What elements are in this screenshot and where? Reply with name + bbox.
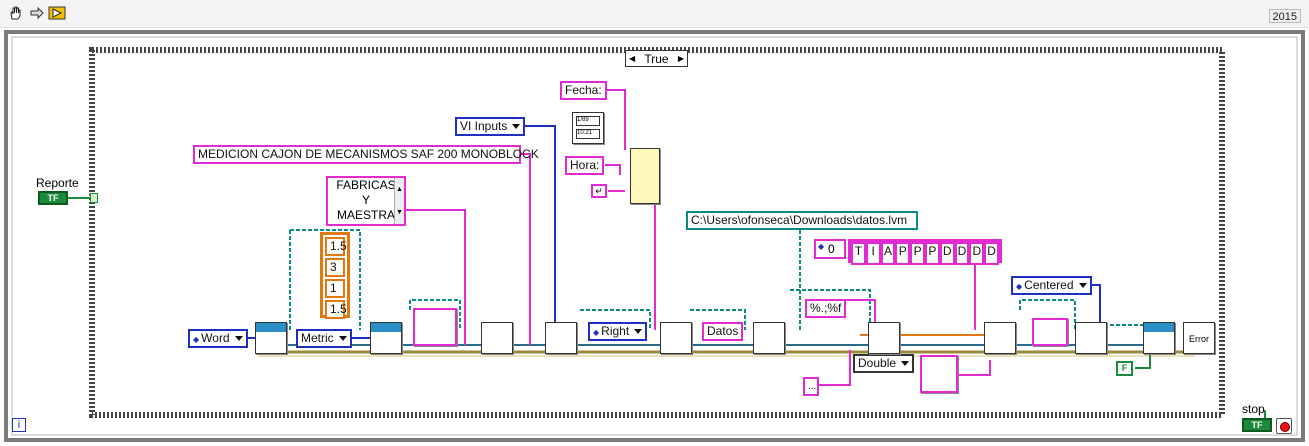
array-element[interactable]: 3 [325,258,345,277]
stop-terminal[interactable]: TF [1242,418,1272,432]
array-element[interactable]: 1.5 [325,300,347,319]
run-icon[interactable] [46,3,68,23]
report-type-enum[interactable]: ◆ Word [188,329,248,348]
case-selector[interactable]: ◀ True ▶ [625,50,688,67]
linefeed-icon[interactable]: ↵ [591,184,607,198]
multiline-string-constant[interactable]: FABRICAS Y MAESTRA ▲ ▼ [326,176,406,226]
append-report-text-icon[interactable] [481,322,513,354]
dispose-report-icon[interactable] [1143,322,1175,354]
array-element[interactable]: P [910,242,925,265]
title-string-constant[interactable]: MEDICION CAJON DE MECANISMOS SAF 200 MON… [193,145,539,164]
format-string-constant[interactable]: %.;%f [805,299,847,318]
error-handler-icon[interactable]: Error [1183,322,1215,354]
array-element[interactable]: D [939,242,955,265]
string-array-constant[interactable]: T I A P P P D D D D [848,239,1002,265]
multiline-line-1: FABRICAS [336,178,396,192]
datos-string-constant[interactable]: Datos [702,322,744,341]
arrow-icon[interactable] [26,3,48,23]
index-stepper-icon[interactable]: ◆ [818,242,824,251]
case-structure-border [89,47,1225,418]
array-element[interactable]: 1.5 [325,237,347,256]
table-alignment-enum[interactable]: ◆ Centered [1011,276,1092,295]
toolbar: 2015 [0,0,1309,28]
string-subset-icon[interactable] [1032,318,1068,346]
empty-string-constant[interactable]: ... [803,377,819,396]
multiline-line-3: MAESTRA [336,208,395,222]
units-enum[interactable]: Metric [296,329,352,348]
concatenate-strings-icon[interactable] [630,148,660,204]
array-index-value: 0 [828,242,835,256]
margins-array[interactable]: 1.5 3 1 1.5 [320,232,350,319]
info-icon[interactable]: i [12,418,26,432]
version-label: 2015 [1268,9,1301,23]
alignment-enum[interactable]: ◆ Right [588,322,648,341]
date-time-string-icon[interactable]: 1/89 10:21 [572,112,604,144]
array-element[interactable]: T [851,242,866,265]
append-table-icon[interactable] [984,322,1016,354]
append-table-2-icon[interactable] [1075,322,1107,354]
build-array-icon[interactable] [413,308,457,346]
fecha-string-constant[interactable]: Fecha: [560,81,607,100]
stop-label: stop [1242,402,1265,416]
page-setup-icon[interactable] [370,322,402,354]
array-element[interactable]: D [984,242,999,265]
index-array-icon[interactable] [920,355,958,393]
read-spreadsheet-icon[interactable] [868,322,900,354]
array-index-display[interactable]: ◆ 0 [814,239,846,259]
array-element[interactable]: D [969,242,985,265]
hora-string-constant[interactable]: Hora: [565,156,605,175]
case-decrement-icon[interactable]: ◀ [629,54,635,63]
append-datos-icon[interactable] [753,322,785,354]
array-element[interactable]: I [865,242,881,265]
append-text-icon[interactable] [660,322,692,354]
array-element[interactable]: P [924,242,940,265]
case-increment-icon[interactable]: ▶ [678,54,684,63]
case-selector-tunnel [90,193,98,203]
hand-icon[interactable] [4,3,26,23]
new-report-icon[interactable] [255,322,287,354]
array-element[interactable]: P [895,242,911,265]
false-constant[interactable]: F [1116,361,1133,376]
file-path-constant[interactable]: C:\Users\ofonseca\Downloads\datos.lvm [686,211,918,230]
array-element[interactable]: A [880,242,896,265]
report-header-icon[interactable] [545,322,577,354]
array-element[interactable]: D [954,242,970,265]
while-loop-border [4,30,1305,442]
reporte-label: Reporte [36,176,79,190]
stop-icon[interactable] [1276,418,1292,434]
reporte-terminal[interactable]: TF [38,191,68,205]
case-selector-label: True [644,51,669,66]
multiline-line-2: Y [361,193,370,207]
multiline-scrollbar[interactable]: ▲ ▼ [394,178,404,224]
vi-inputs-enum[interactable]: VI Inputs [455,117,526,136]
array-element[interactable]: 1 [325,279,345,298]
double-type-enum[interactable]: Double [853,354,915,373]
